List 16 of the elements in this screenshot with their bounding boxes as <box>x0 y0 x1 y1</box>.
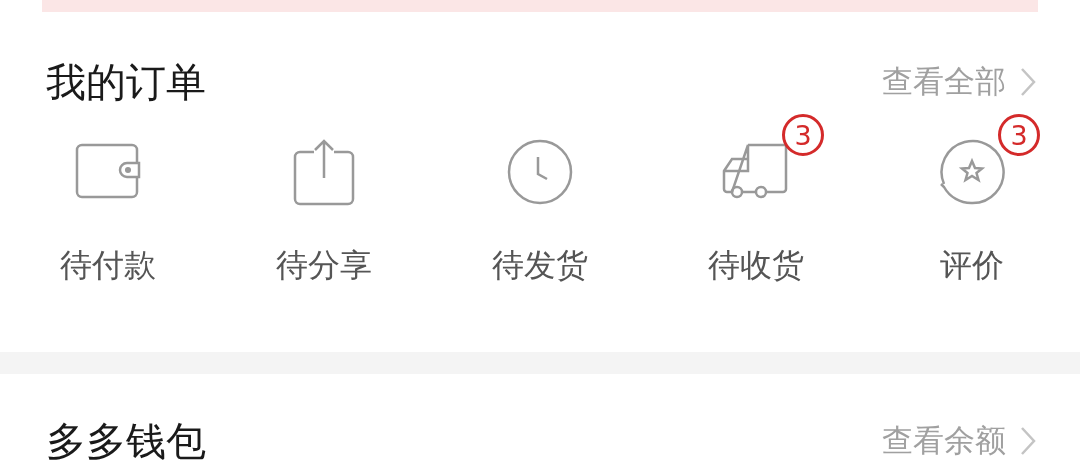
order-status-item[interactable]: 3 评价 <box>864 110 1080 288</box>
order-status-item[interactable]: 3 待收货 <box>648 110 864 288</box>
share-icon <box>293 138 355 206</box>
order-status-item[interactable]: 待付款 <box>0 110 216 288</box>
chevron-icon <box>1020 426 1036 456</box>
section-title: 我的订单 <box>46 57 206 107</box>
count-badge: 3 <box>782 114 824 156</box>
clock-icon <box>507 139 573 205</box>
order-status-item[interactable]: 待分享 <box>216 110 432 288</box>
section-title: 多多钱包 <box>46 416 206 462</box>
truck-icon <box>722 143 790 201</box>
order-status-item[interactable]: 待发货 <box>432 110 648 288</box>
star-review-icon <box>939 139 1005 205</box>
wallet-icon <box>75 143 141 201</box>
chevron-icon <box>1020 67 1036 97</box>
count-badge: 3 <box>998 114 1040 156</box>
